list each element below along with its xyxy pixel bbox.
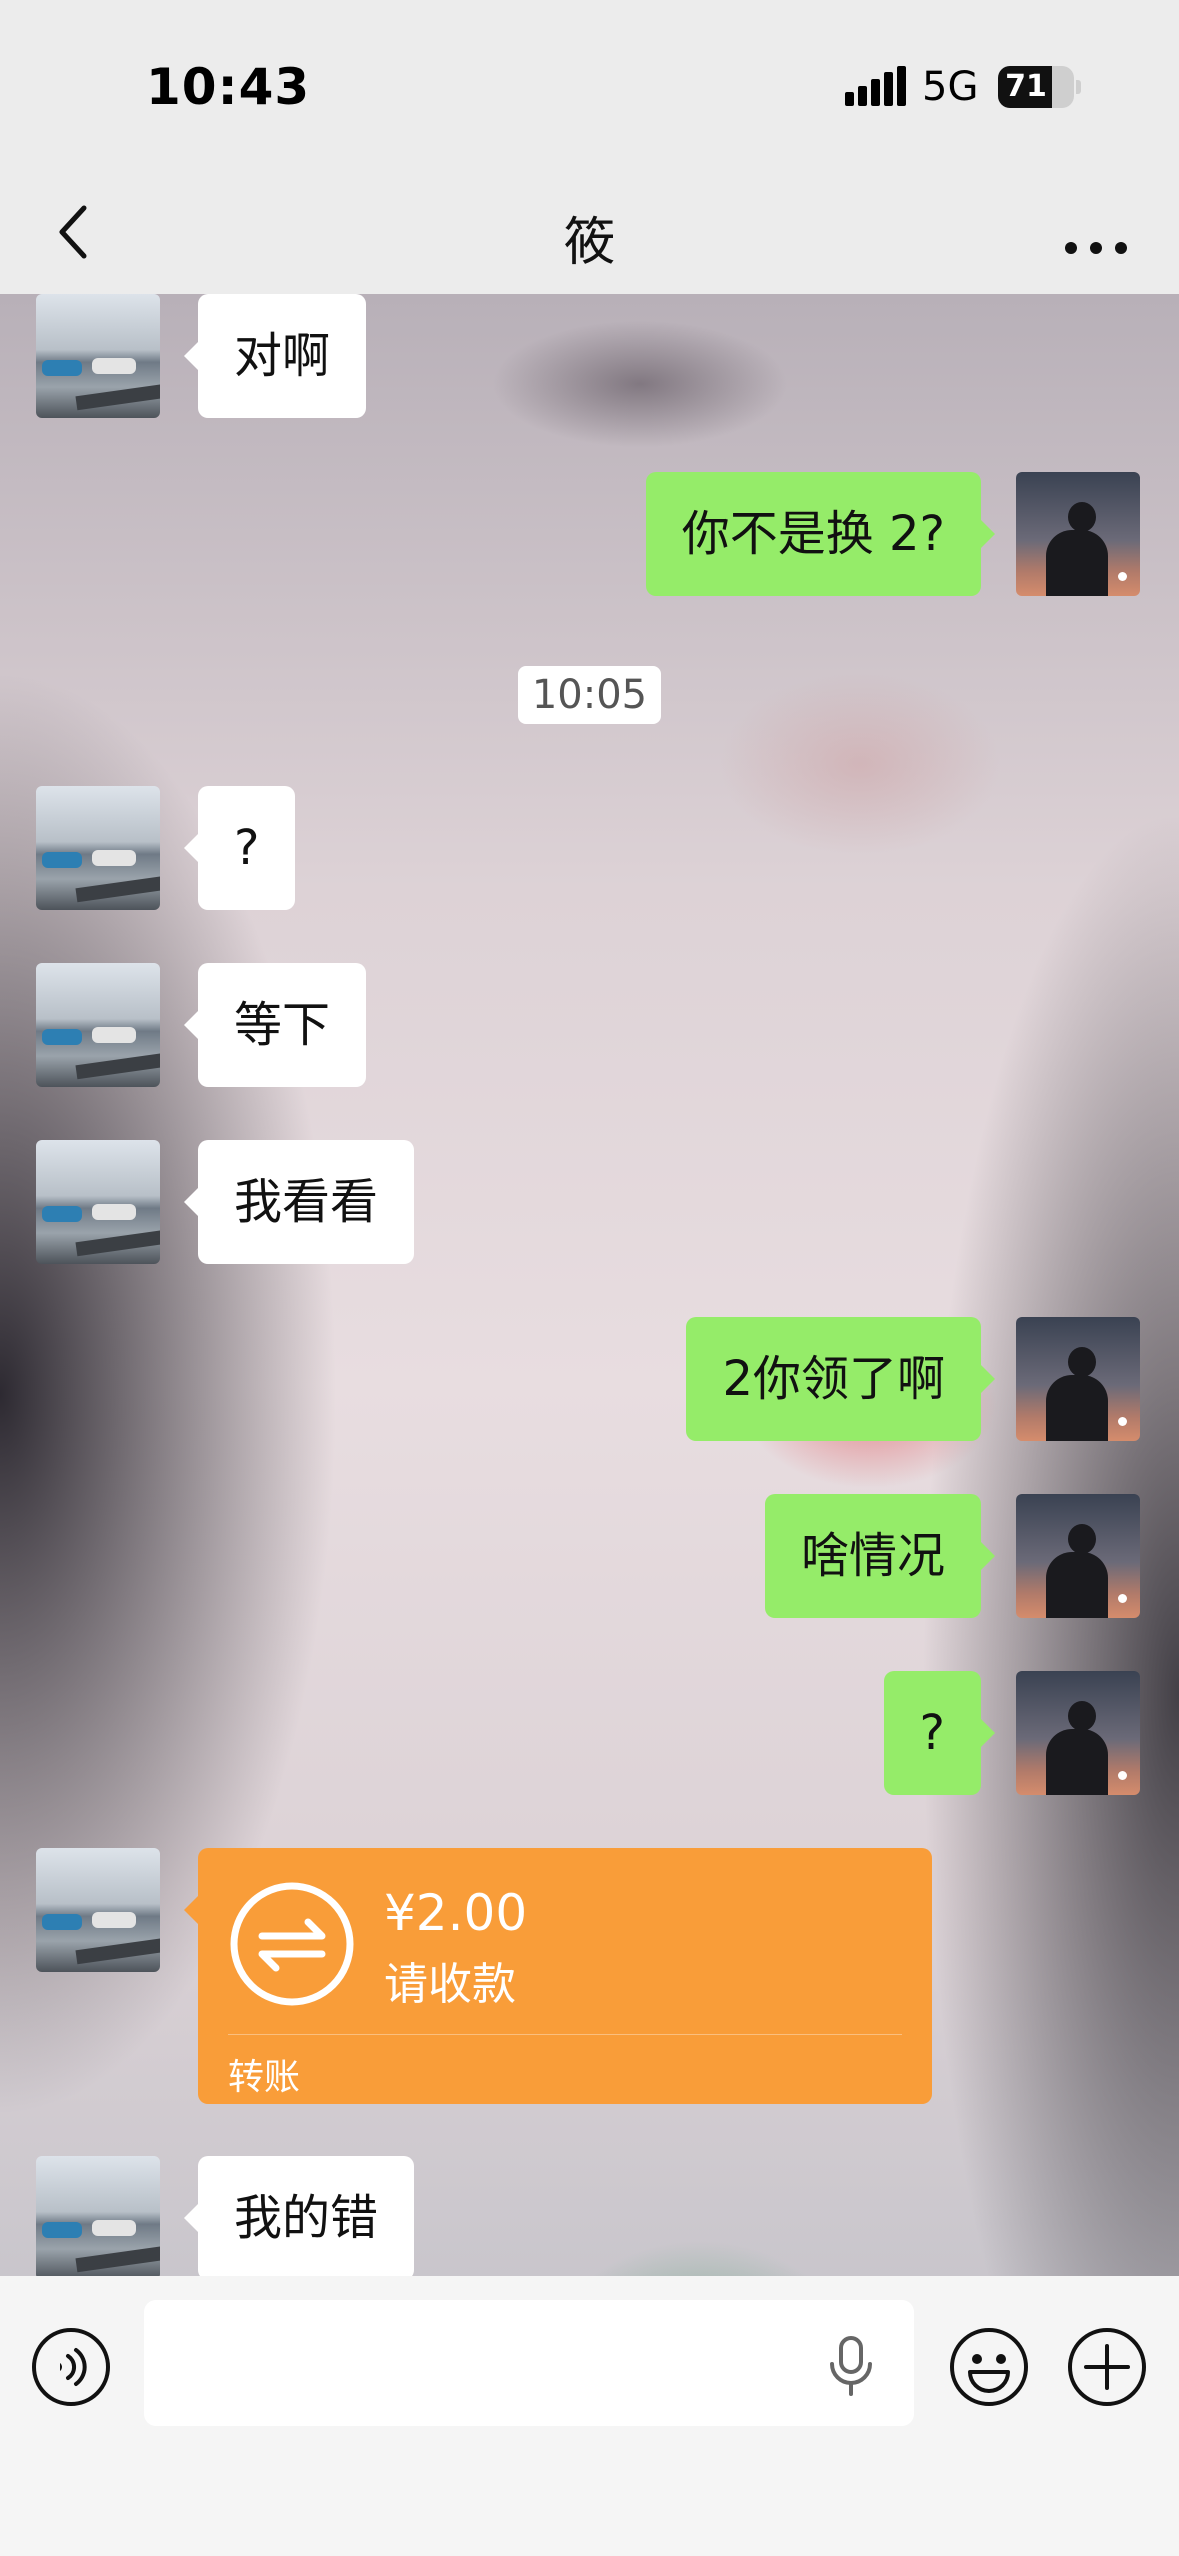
my-avatar[interactable] [1016,1671,1140,1795]
voice-icon[interactable] [30,2326,112,2408]
contact-avatar[interactable] [36,1848,160,1972]
message-bubble[interactable]: 你不是换 2? [645,472,996,596]
chat-title: 筱 [563,213,616,273]
emoji-icon[interactable] [948,2326,1030,2408]
transfer-divider [228,2034,902,2035]
contact-avatar[interactable] [36,294,160,418]
message-bubble[interactable]: 啥情况 [764,1494,996,1618]
more-dots-icon[interactable] [1056,192,1136,272]
message-bubble[interactable]: 等下 [183,963,367,1087]
transfer-arrows-icon [230,1882,354,2006]
contact-avatar[interactable] [36,2156,160,2276]
contact-avatar[interactable] [36,786,160,910]
my-avatar[interactable] [1016,1317,1140,1441]
message-bubble[interactable]: 2你领了啊 [686,1317,995,1441]
transfer-amount: ¥2.00 [384,1884,528,1942]
timestamp-label: 10:05 [517,666,662,724]
message-bubble[interactable]: ? [183,786,296,910]
battery-tip [1076,80,1081,94]
battery-icon: 71 [998,66,1074,108]
contact-avatar[interactable] [36,963,160,1087]
time-divider: 10:05 [0,666,1179,724]
plus-icon[interactable] [1066,2326,1148,2408]
my-avatar[interactable] [1016,1494,1140,1618]
message-bubble[interactable]: 对啊 [183,294,367,418]
signal-icon [845,66,906,106]
message-bubble[interactable]: 我看看 [183,1140,415,1264]
contact-avatar[interactable] [36,1140,160,1264]
battery-percent: 71 [1005,69,1047,104]
message-bubble[interactable]: ? [883,1671,996,1795]
transfer-label: 转账 [228,2057,301,2098]
message-input[interactable] [144,2300,914,2426]
mic-icon[interactable] [824,2336,878,2396]
status-bar: 10:43 5G 71 [0,0,1179,170]
message-bubble[interactable]: 我的错 [183,2156,415,2276]
input-bar [0,2276,1179,2556]
nav-bar: 筱 [0,170,1179,294]
status-time: 10:43 [146,58,311,116]
network-type: 5G [922,64,979,110]
transfer-status: 请收款 [384,1959,516,2010]
chat-area[interactable]: 对啊 你不是换 2? 10:05 ? 等下 我看看 2你领了啊 啥情况 ? ¥2… [0,294,1179,2276]
my-avatar[interactable] [1016,472,1140,596]
transfer-card[interactable]: ¥2.00 请收款 转账 [184,1848,932,2104]
